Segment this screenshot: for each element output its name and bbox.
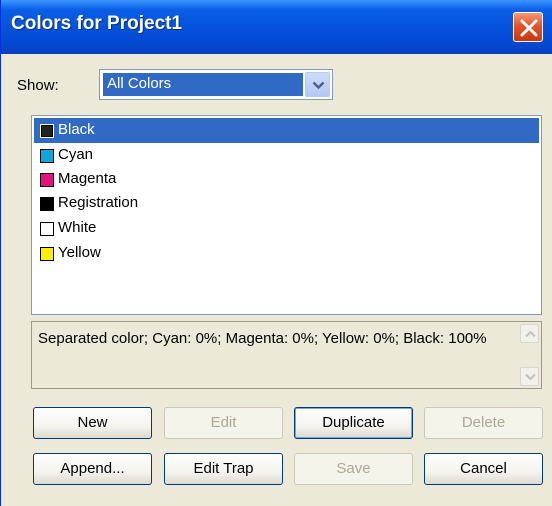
color-name: Magenta — [58, 170, 117, 187]
edit-button[interactable]: Edit — [164, 407, 283, 439]
color-name: Yellow — [58, 244, 101, 261]
scroll-up-button[interactable] — [520, 324, 539, 343]
description-scrollbar[interactable] — [520, 324, 539, 386]
close-icon — [520, 19, 538, 37]
color-description-box: Separated color; Cyan: 0%; Magenta: 0%; … — [31, 321, 542, 389]
color-swatch — [40, 173, 54, 187]
show-label: Show: — [17, 77, 59, 94]
chevron-down-icon — [312, 81, 325, 90]
color-name: White — [58, 219, 97, 236]
color-name: Registration — [58, 194, 139, 211]
color-name: Black — [58, 121, 95, 138]
cancel-button[interactable]: Cancel — [424, 453, 543, 485]
save-button[interactable]: Save — [294, 453, 413, 485]
colors-dialog: Colors for Project1 Show: All Colors Bla… — [0, 0, 552, 506]
list-item-black[interactable]: Black — [34, 118, 539, 143]
list-item-yellow[interactable]: Yellow — [34, 241, 539, 266]
duplicate-button[interactable]: Duplicate — [294, 407, 413, 439]
new-button[interactable]: New — [33, 407, 152, 439]
color-swatch — [40, 124, 54, 138]
color-description: Separated color; Cyan: 0%; Magenta: 0%; … — [38, 330, 487, 347]
title-bar[interactable]: Colors for Project1 — [1, 0, 552, 54]
colors-list[interactable]: Black Cyan Magenta Registration White Ye… — [31, 115, 542, 315]
color-swatch — [40, 222, 54, 236]
scroll-down-button[interactable] — [520, 367, 539, 386]
color-swatch — [40, 247, 54, 261]
dropdown-button[interactable] — [305, 72, 330, 97]
color-swatch — [40, 197, 54, 211]
list-item-magenta[interactable]: Magenta — [34, 167, 539, 192]
color-swatch — [40, 149, 54, 163]
list-item-registration[interactable]: Registration — [34, 191, 539, 216]
delete-button[interactable]: Delete — [424, 407, 543, 439]
list-item-white[interactable]: White — [34, 216, 539, 241]
show-dropdown-value: All Colors — [103, 73, 303, 96]
append-button[interactable]: Append... — [33, 453, 152, 485]
color-name: Cyan — [58, 146, 94, 163]
dialog-title: Colors for Project1 — [11, 13, 183, 34]
list-item-cyan[interactable]: Cyan — [34, 143, 539, 168]
show-dropdown[interactable]: All Colors — [99, 69, 333, 100]
chevron-up-icon — [525, 330, 536, 338]
chevron-down-icon — [525, 373, 536, 381]
close-button[interactable] — [513, 12, 543, 42]
edit-trap-button[interactable]: Edit Trap — [164, 453, 283, 485]
